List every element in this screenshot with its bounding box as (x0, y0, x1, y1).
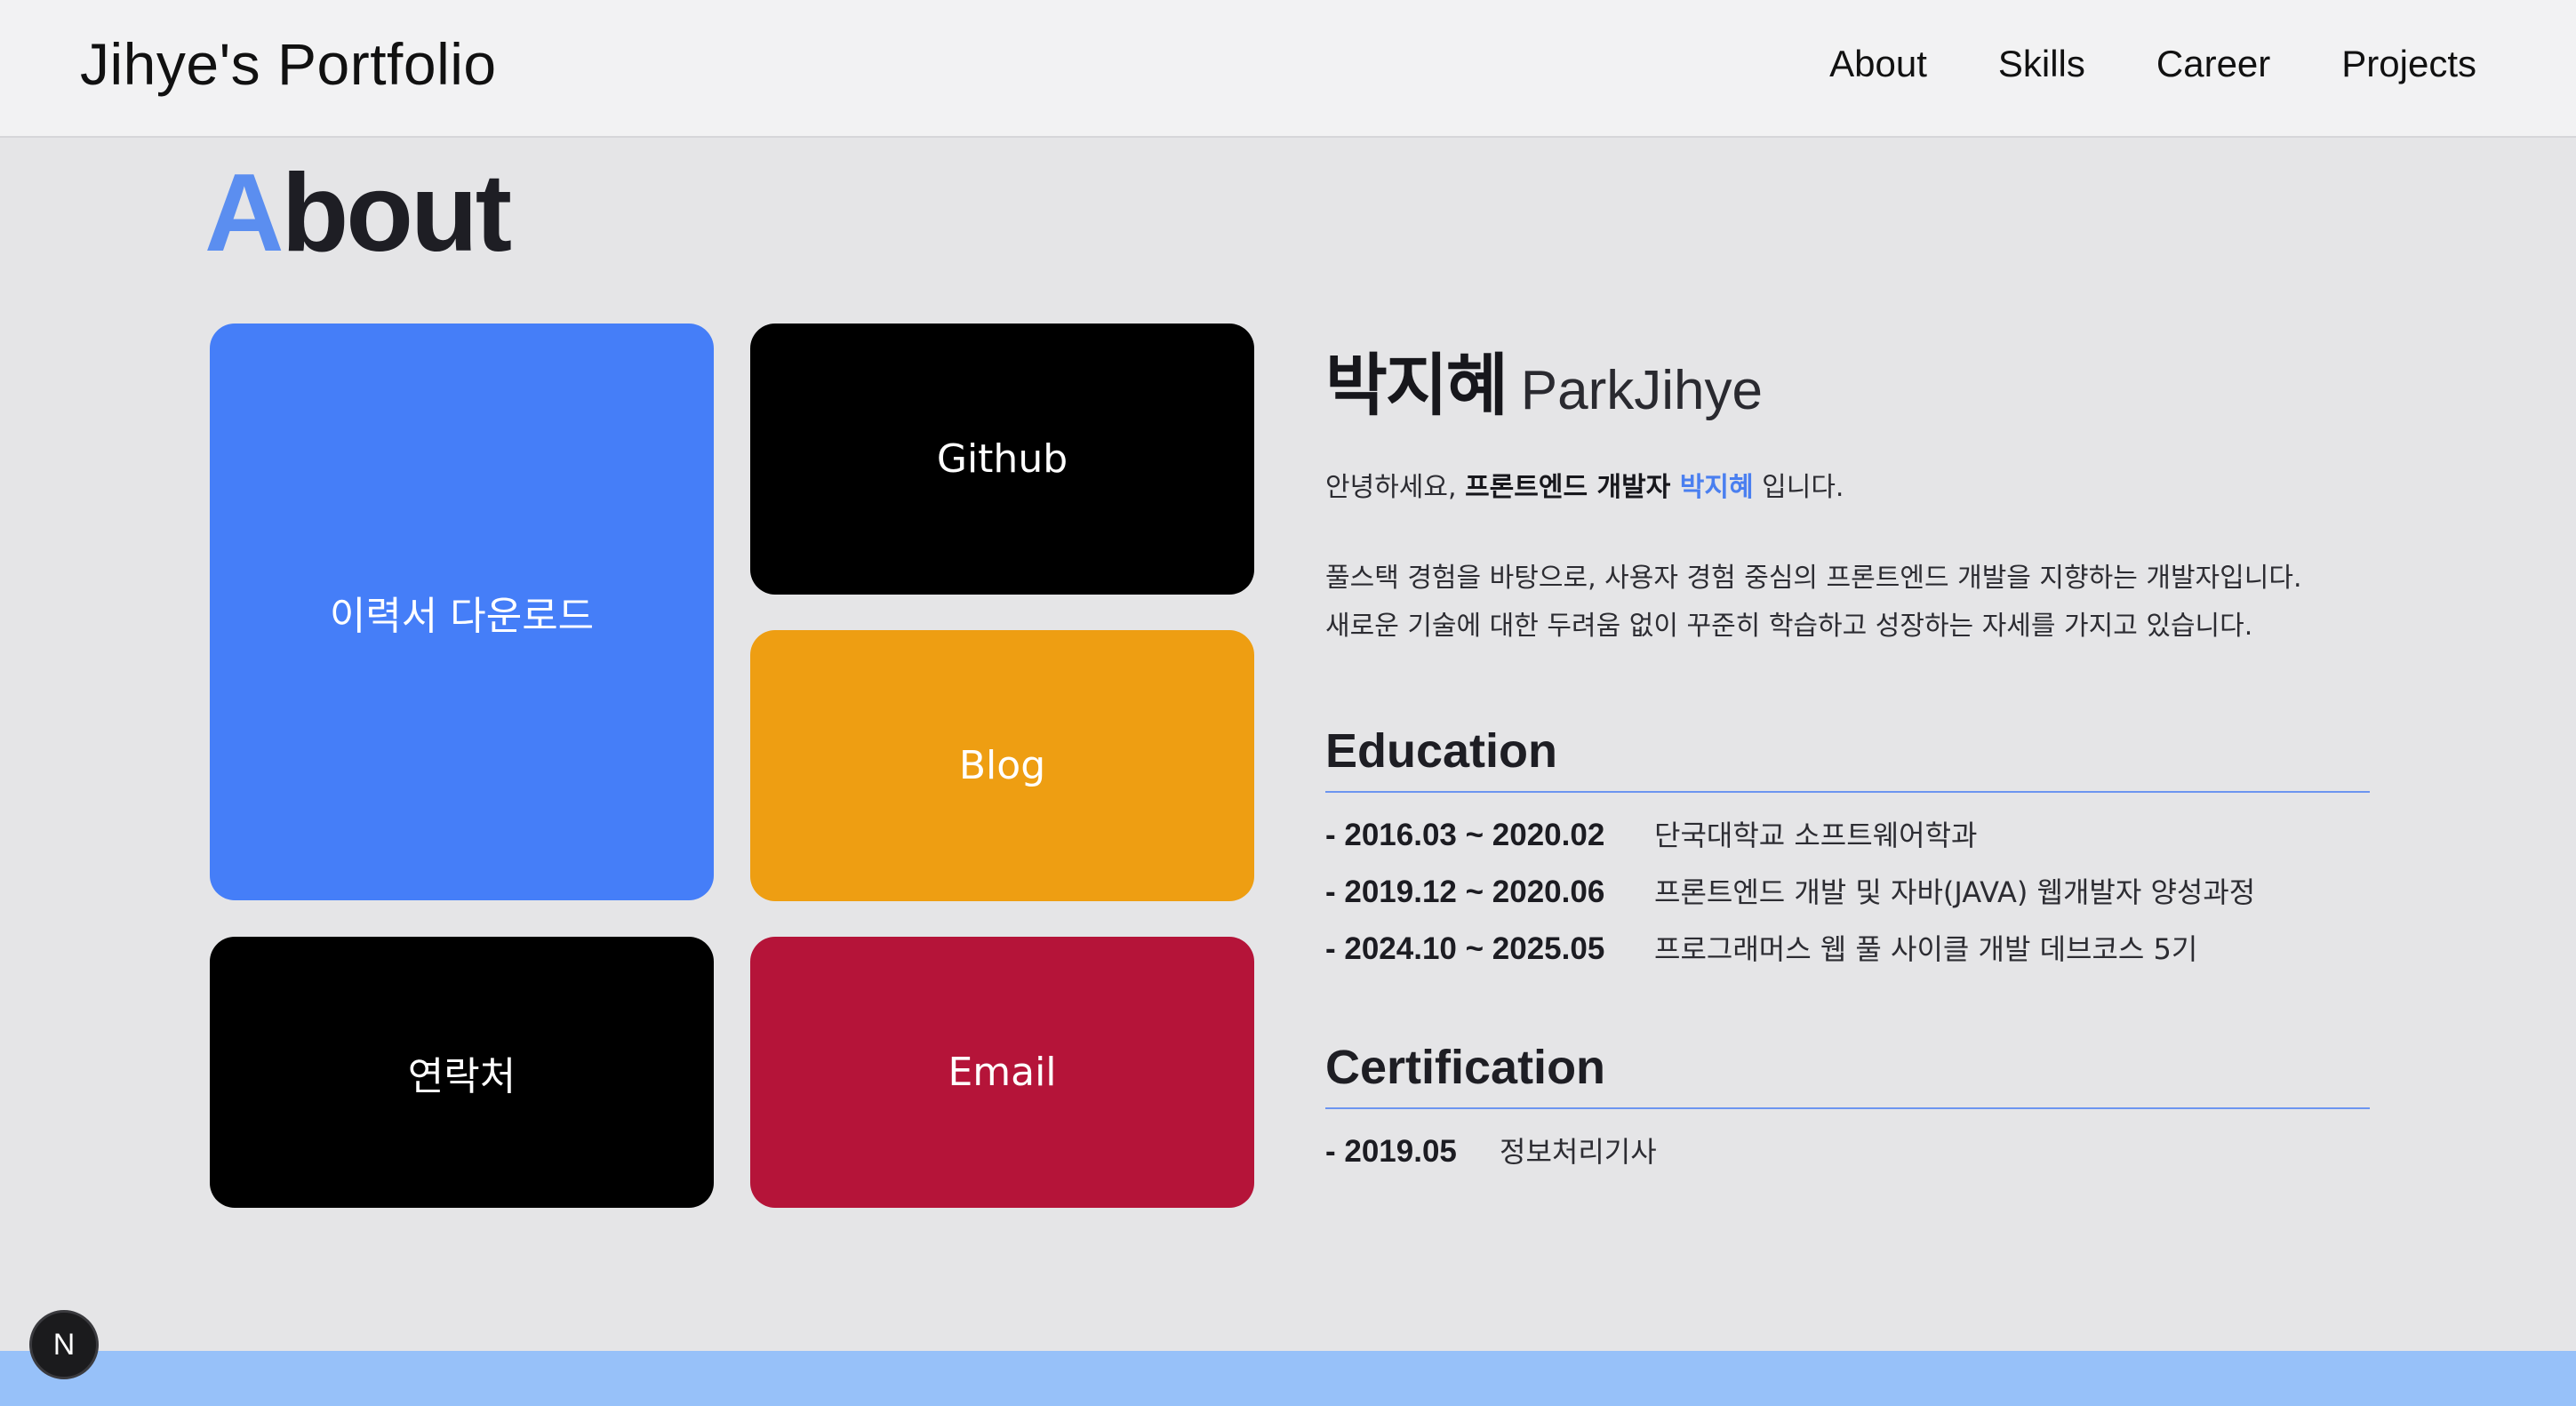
email-card[interactable]: Email (750, 937, 1254, 1208)
nav-projects[interactable]: Projects (2341, 43, 2476, 85)
education-date: - 2024.10 ~ 2025.05 (1325, 931, 1605, 966)
github-card[interactable]: Github (750, 324, 1254, 595)
name-korean: 박지혜 (1325, 346, 1508, 425)
intro-prefix: 안녕하세요, (1325, 472, 1466, 503)
name-english: ParkJihye (1520, 360, 1763, 421)
description: 풀스택 경험을 바탕으로, 사용자 경험 중심의 프론트엔드 개발을 지향하는 … (1325, 555, 2370, 651)
education-section: Education - 2016.03 ~ 2020.02 단국대학교 소프트웨… (1325, 723, 2370, 978)
profile-info: 박지혜 ParkJihye 안녕하세요, 프론트엔드 개발자 박지혜 입니다. … (1325, 331, 2370, 1180)
resume-download-label: 이력서 다운로드 (329, 593, 595, 639)
intro-role: 프론트엔드 개발자 (1465, 472, 1680, 503)
main-nav: About Skills Career Projects (1829, 43, 2476, 85)
education-list: - 2016.03 ~ 2020.02 단국대학교 소프트웨어학과 - 2019… (1325, 807, 2370, 978)
certification-list: - 2019.05 정보처리기사 (1325, 1123, 2370, 1180)
contact-label: 연락처 (407, 1053, 516, 1099)
page: Jihye's Portfolio About Skills Career Pr… (0, 0, 2576, 1406)
certification-heading: Certification (1325, 1040, 2370, 1109)
intro-text: 안녕하세요, 프론트엔드 개발자 박지혜 입니다. (1325, 464, 2370, 512)
education-date: - 2019.12 ~ 2020.06 (1325, 875, 1605, 909)
email-label: Email (948, 1050, 1057, 1095)
blog-label: Blog (958, 743, 1046, 788)
blog-card[interactable]: Blog (750, 630, 1254, 901)
nav-career[interactable]: Career (2156, 43, 2270, 85)
resume-download-card[interactable]: 이력서 다운로드 (210, 324, 714, 900)
site-header: Jihye's Portfolio About Skills Career Pr… (0, 0, 2576, 138)
education-heading: Education (1325, 723, 2370, 793)
section-title-about: About (204, 151, 513, 276)
certification-section: Certification - 2019.05 정보처리기사 (1325, 1040, 2370, 1180)
list-item: - 2016.03 ~ 2020.02 단국대학교 소프트웨어학과 (1325, 807, 2370, 864)
site-logo[interactable]: Jihye's Portfolio (80, 30, 497, 98)
education-text: 단국대학교 소프트웨어학과 (1654, 819, 1978, 852)
education-text: 프론트엔드 개발 및 자바(JAVA) 웹개발자 양성과정 (1654, 875, 2256, 909)
contact-card[interactable]: 연락처 (210, 937, 714, 1208)
education-date: - 2016.03 ~ 2020.02 (1325, 818, 1605, 852)
section-title-accent: A (204, 152, 284, 275)
certification-date: - 2019.05 (1325, 1134, 1457, 1169)
education-text: 프로그래머스 웹 풀 사이클 개발 데브코스 5기 (1654, 932, 2198, 966)
nav-skills[interactable]: Skills (1998, 43, 2085, 85)
section-title-rest: bout (281, 152, 513, 275)
description-line-2: 새로운 기술에 대한 두려움 없이 꾸준히 학습하고 성장하는 자세를 가지고 … (1325, 611, 2253, 642)
github-label: Github (936, 436, 1068, 482)
description-line-1: 풀스택 경험을 바탕으로, 사용자 경험 중심의 프론트엔드 개발을 지향하는 … (1325, 563, 2302, 594)
nextjs-dev-indicator-icon[interactable]: N (29, 1310, 99, 1379)
list-item: - 2019.05 정보처리기사 (1325, 1123, 2370, 1180)
nav-about[interactable]: About (1829, 43, 1927, 85)
certification-text: 정보처리기사 (1500, 1135, 1657, 1169)
name-row: 박지혜 ParkJihye (1325, 331, 2370, 428)
intro-name: 박지혜 (1679, 472, 1754, 503)
next-section-strip (0, 1351, 2576, 1406)
list-item: - 2019.12 ~ 2020.06 프론트엔드 개발 및 자바(JAVA) … (1325, 864, 2370, 921)
list-item: - 2024.10 ~ 2025.05 프로그래머스 웹 풀 사이클 개발 데브… (1325, 921, 2370, 978)
intro-suffix: 입니다. (1753, 472, 1844, 503)
